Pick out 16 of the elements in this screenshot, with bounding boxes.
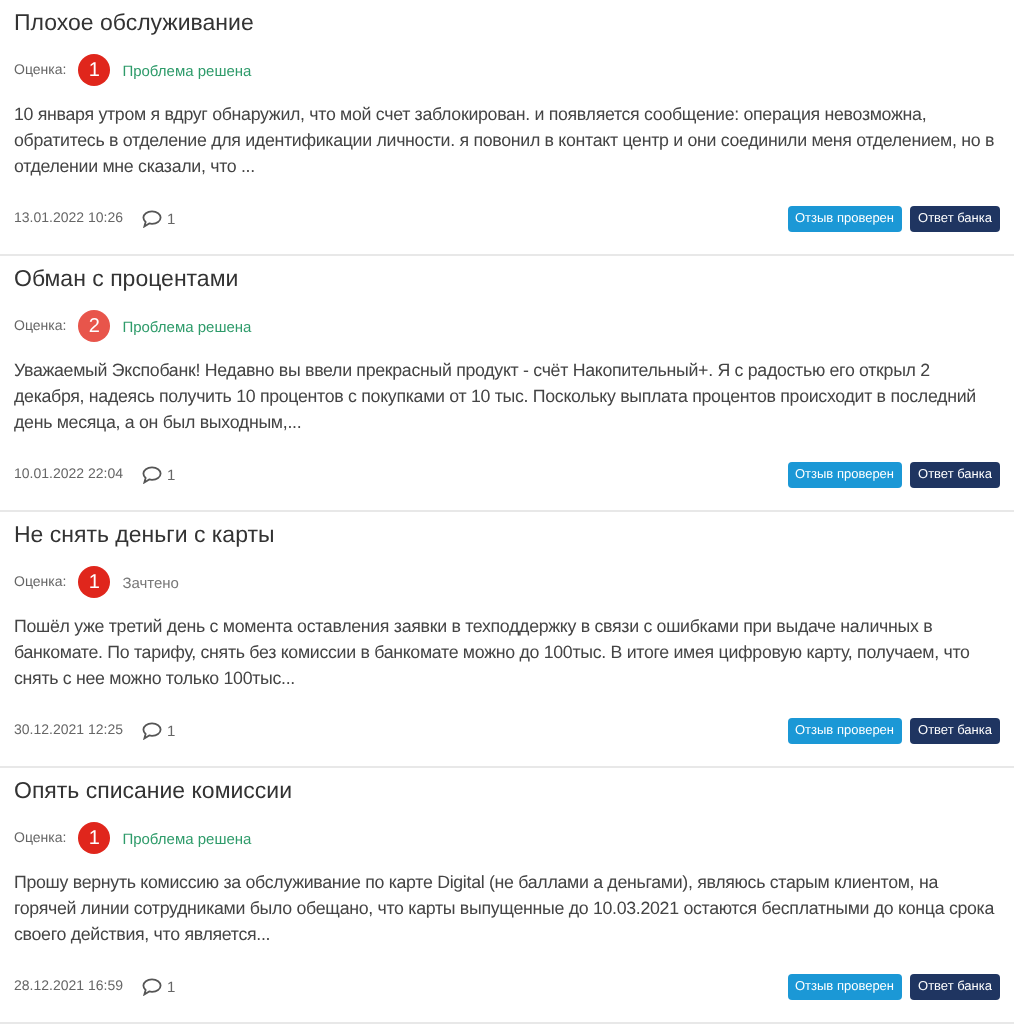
review-title[interactable]: Обман с процентами bbox=[14, 264, 1000, 296]
review-text: Прошу вернуть комиссию за обслуживание по карте Digital (не баллами а деньгами), являюсь старым клиентом, на горячей линии сотрудниками было обещано, что карты выпущенные до 10.03.2021 остаются бесплатными до конца срока своего действия, что является... bbox=[14, 870, 997, 948]
review-text: Уважаемый Экспобанк! Недавно вы ввели прекрасный продукт - счёт Накопительный+. Я с радостью его открыл 2 декабря, надеясь получить 10 процентов с покупками от 10 тыс. Поскольку выплата процентов происходит в последний день месяца, а он был выходным,... bbox=[14, 358, 978, 436]
review-title[interactable]: Плохое обслуживание bbox=[14, 8, 1000, 40]
comment-icon bbox=[141, 466, 161, 484]
rating-badge: 2 bbox=[78, 310, 111, 342]
rating-badge: 1 bbox=[78, 566, 111, 598]
rating-badge: 1 bbox=[78, 54, 111, 86]
comment-icon bbox=[141, 978, 161, 996]
rating-badge: 1 bbox=[78, 822, 111, 854]
review-title[interactable]: Не снять деньги с карты bbox=[14, 520, 1000, 552]
comment-icon bbox=[141, 722, 161, 740]
review-text: 10 января утром я вдруг обнаружил, что мой счет заблокирован. и появляется сообщение: операция невозможна, обратитесь в отделение для идентификации личности. я повонил в контакт центр и они соединили меня отделением, но в отделении мне сказали, что ... bbox=[14, 102, 997, 180]
review-text: Пошёл уже третий день с момента оставления заявки в техподдержку в связи с ошибками при выдаче наличных в банкомате. По тарифу, снять без комиссии в банкомате можно до 100тыс. В итоге имея цифровую карту, получаем, что снять с нее можно только 100тыс... bbox=[14, 614, 972, 692]
review-title[interactable]: Опять списание комиссии bbox=[14, 776, 1000, 808]
comment-icon bbox=[141, 210, 161, 228]
